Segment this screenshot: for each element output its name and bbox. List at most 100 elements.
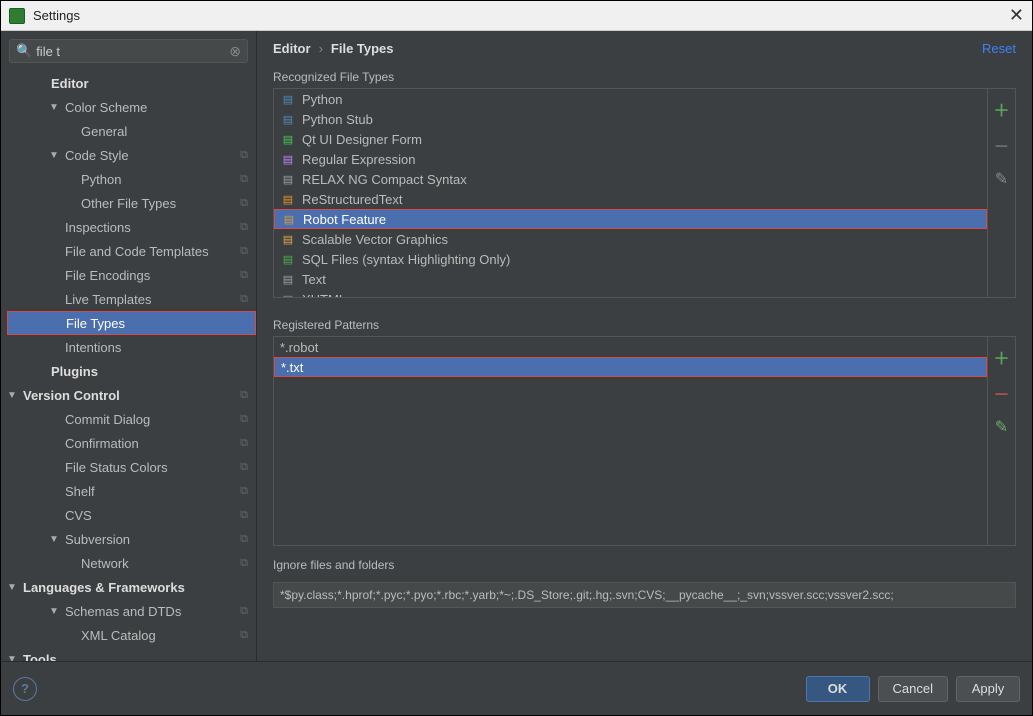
- add-file-type-button[interactable]: ＋: [993, 97, 1009, 121]
- file-type-label: XHTML: [302, 292, 346, 298]
- sidebar-item-color-scheme[interactable]: ▼Color Scheme: [7, 95, 256, 119]
- file-type-item[interactable]: ▤Python: [274, 89, 987, 109]
- sidebar-item-file-and-code-templates[interactable]: File and Code Templates ⧉: [7, 239, 256, 263]
- sidebar-item-editor[interactable]: Editor: [7, 71, 256, 95]
- sidebar-item-python[interactable]: Python ⧉: [7, 167, 256, 191]
- remove-file-type-button[interactable]: －: [993, 133, 1009, 157]
- file-type-item[interactable]: ▤Robot Feature: [274, 209, 987, 229]
- settings-tree[interactable]: Editor▼Color SchemeGeneral▼Code Style⧉Py…: [1, 71, 256, 661]
- project-scope-icon: ⧉: [240, 269, 248, 282]
- sidebar-item-other-file-types[interactable]: Other File Types⧉: [7, 191, 256, 215]
- sidebar-item-label: General: [81, 124, 127, 139]
- sidebar-item-label: Languages & Frameworks: [23, 580, 185, 595]
- breadcrumb-part: File Types: [331, 41, 394, 56]
- file-type-item[interactable]: ▤Regular Expression: [274, 149, 987, 169]
- file-type-item[interactable]: ▤SQL Files (syntax Highlighting Only): [274, 249, 987, 269]
- sidebar-item-shelf[interactable]: Shelf⧉: [7, 479, 256, 503]
- file-type-item[interactable]: ▤Qt UI Designer Form: [274, 129, 987, 149]
- sidebar-item-general[interactable]: General: [7, 119, 256, 143]
- edit-pattern-button[interactable]: ✎: [995, 417, 1008, 437]
- project-scope-icon: ⧉: [240, 461, 248, 474]
- file-type-item[interactable]: ▤XHTML: [274, 289, 987, 297]
- search-input-wrap[interactable]: 🔍 ⊗: [9, 39, 248, 63]
- pattern-label: *.robot: [280, 340, 318, 355]
- patterns-list-panel: *.robot *.txt ＋ － ✎: [273, 336, 1016, 546]
- breadcrumb-part: Editor: [273, 41, 311, 56]
- window-titlebar: Settings ✕: [1, 1, 1032, 31]
- sidebar-item-cvs[interactable]: CVS ⧉: [7, 503, 256, 527]
- sidebar-item-label: File and Code Templates: [65, 244, 209, 259]
- sidebar-item-plugins[interactable]: Plugins: [7, 359, 256, 383]
- search-input[interactable]: [36, 44, 229, 59]
- sidebar-item-intentions[interactable]: Intentions: [7, 335, 256, 359]
- sidebar-item-version-control[interactable]: ▼Version Control⧉: [7, 383, 256, 407]
- sidebar-item-languages-frameworks[interactable]: ▼ Languages & Frameworks: [7, 575, 256, 599]
- project-scope-icon: ⧉: [240, 173, 248, 186]
- sidebar-item-inspections[interactable]: Inspections⧉: [7, 215, 256, 239]
- add-pattern-button[interactable]: ＋: [993, 345, 1009, 369]
- settings-main: Editor › File Types Reset Recognized Fil…: [257, 31, 1032, 661]
- sidebar-item-label: Other File Types: [81, 196, 176, 211]
- chevron-icon: ▼: [7, 390, 17, 401]
- sidebar-item-xml-catalog[interactable]: XML Catalog⧉: [7, 623, 256, 647]
- sidebar-item-label: Color Scheme: [65, 100, 147, 115]
- file-type-icon: ▤: [280, 171, 296, 187]
- close-icon[interactable]: ✕: [1009, 5, 1024, 26]
- file-type-icon: ▤: [280, 151, 296, 167]
- file-type-label: RELAX NG Compact Syntax: [302, 172, 467, 187]
- sidebar-item-label: Code Style: [65, 148, 129, 163]
- clear-search-icon[interactable]: ⊗: [229, 43, 241, 60]
- file-type-item[interactable]: ▤Scalable Vector Graphics: [274, 229, 987, 249]
- file-type-icon: ▤: [280, 91, 296, 107]
- section-title-ignore: Ignore files and folders: [273, 558, 1016, 576]
- sidebar-item-label: Version Control: [23, 388, 120, 403]
- file-type-item[interactable]: ▤Python Stub: [274, 109, 987, 129]
- remove-pattern-button[interactable]: －: [993, 381, 1009, 405]
- pattern-item[interactable]: *.txt: [274, 357, 987, 377]
- apply-button[interactable]: Apply: [956, 676, 1020, 702]
- file-type-item[interactable]: ▤ RELAX NG Compact Syntax: [274, 169, 987, 189]
- project-scope-icon: ⧉: [240, 437, 248, 450]
- sidebar-item-network[interactable]: Network⧉: [7, 551, 256, 575]
- edit-file-type-button[interactable]: ✎: [995, 169, 1008, 189]
- sidebar-item-confirmation[interactable]: Confirmation⧉: [7, 431, 256, 455]
- file-types-list-panel: ▤Python▤Python Stub▤Qt UI Designer Form▤…: [273, 88, 1016, 298]
- ignore-files-input[interactable]: [273, 582, 1016, 608]
- reset-link[interactable]: Reset: [982, 41, 1016, 56]
- sidebar-item-label: Tools: [23, 652, 57, 662]
- cancel-button[interactable]: Cancel: [878, 676, 948, 702]
- file-types-list[interactable]: ▤Python▤Python Stub▤Qt UI Designer Form▤…: [274, 89, 987, 297]
- pattern-item[interactable]: *.robot: [274, 337, 987, 357]
- sidebar-item-live-templates[interactable]: Live Templates⧉: [7, 287, 256, 311]
- sidebar-item-code-style[interactable]: ▼Code Style⧉: [7, 143, 256, 167]
- project-scope-icon: ⧉: [240, 245, 248, 258]
- file-type-item[interactable]: ▤ReStructuredText: [274, 189, 987, 209]
- sidebar-item-file-encodings[interactable]: File Encodings⧉: [7, 263, 256, 287]
- sidebar-item-file-types[interactable]: File Types: [7, 311, 256, 335]
- sidebar-item-tools[interactable]: ▼Tools: [7, 647, 256, 661]
- sidebar-item-label: CVS: [65, 508, 92, 523]
- sidebar-item-schemas-and-dtds[interactable]: ▼Schemas and DTDs⧉: [7, 599, 256, 623]
- project-scope-icon: ⧉: [240, 221, 248, 234]
- sidebar-item-label: Network: [81, 556, 129, 571]
- file-type-item[interactable]: ▤Text: [274, 269, 987, 289]
- chevron-icon: ▼: [7, 582, 17, 593]
- project-scope-icon: ⧉: [240, 629, 248, 642]
- patterns-list[interactable]: *.robot *.txt: [274, 337, 987, 545]
- sidebar-item-label: Subversion: [65, 532, 130, 547]
- sidebar-item-label: Schemas and DTDs: [65, 604, 181, 619]
- project-scope-icon: ⧉: [240, 605, 248, 618]
- sidebar-item-file-status-colors[interactable]: File Status Colors⧉: [7, 455, 256, 479]
- sidebar-item-commit-dialog[interactable]: Commit Dialog⧉: [7, 407, 256, 431]
- sidebar-item-subversion[interactable]: ▼Subversion⧉: [7, 527, 256, 551]
- ok-button[interactable]: OK: [806, 676, 870, 702]
- help-button[interactable]: ?: [13, 677, 37, 701]
- file-types-tools: ＋ － ✎: [987, 89, 1015, 297]
- project-scope-icon: ⧉: [240, 149, 248, 162]
- project-scope-icon: ⧉: [240, 413, 248, 426]
- pattern-label: *.txt: [281, 360, 303, 375]
- file-type-icon: ▤: [280, 191, 296, 207]
- breadcrumb-sep: ›: [319, 41, 323, 56]
- sidebar-item-label: Python: [81, 172, 121, 187]
- project-scope-icon: ⧉: [240, 509, 248, 522]
